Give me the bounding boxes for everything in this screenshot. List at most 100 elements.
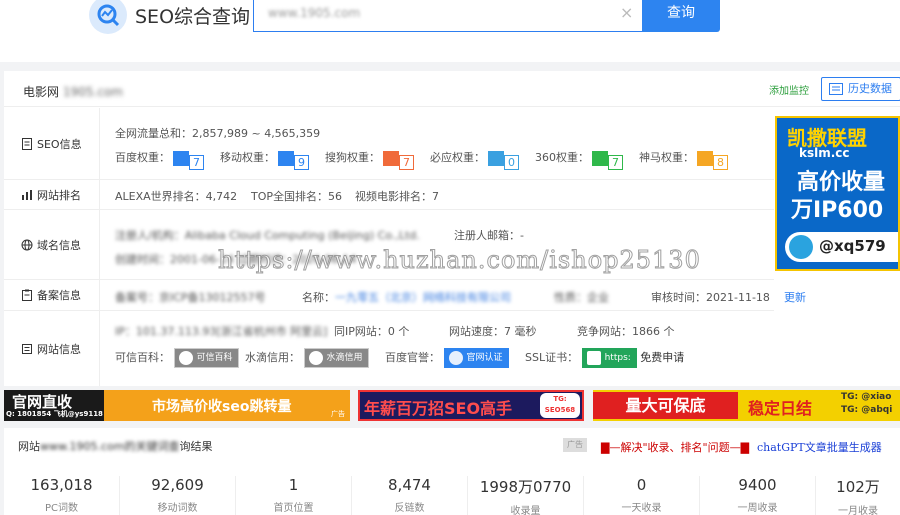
add-monitor-link[interactable]: 添加监控 (769, 82, 809, 97)
site-domain: 1905.com (63, 85, 123, 99)
seo-info-card: 电影网 1905.com 添加监控 历史数据 SEO信息 全网流量总和：2,857… (4, 71, 900, 386)
weight-badge: 8 (697, 150, 728, 170)
history-data-button[interactable]: 历史数据 (821, 77, 900, 101)
video-rank: 视频电影排名：7 (355, 190, 439, 203)
weight-item[interactable]: 搜狗权重： 7 (325, 150, 414, 170)
stat-label: 收录量 (510, 506, 541, 515)
site-label: 电影网 (23, 85, 60, 99)
bar-chart-icon (22, 189, 32, 200)
beian-row: 备案信息 备案号：京ICP备13012557号 名称：一九零五（北京）网络科技有… (4, 280, 806, 311)
history-list-icon (829, 83, 843, 95)
weight-label: 360权重： (535, 151, 589, 164)
ad-banner-1[interactable]: 官网直收 Q: 1801854 飞机@ys9118 市场高价收seo跳转量 广告 (4, 390, 350, 421)
weight-item[interactable]: 360权重： 7 (535, 150, 623, 170)
weight-value: 0 (504, 154, 519, 170)
clear-icon[interactable]: × (620, 3, 633, 22)
beian-name: 名称：一九零五（北京）网络科技有限公司 (302, 291, 511, 304)
site-info-label: 网站信息 (4, 311, 100, 386)
alexa-rank: ALEXA世界排名：4,742 (115, 190, 238, 203)
shuidi: 水滴信用： 水滴信用 (245, 348, 369, 368)
weight-list: 百度权重： 7 移动权重： 9 搜狗权重： 7 必应权重： 0 360权重： 7 神马权重： 8 (115, 149, 728, 170)
weight-value: 7 (189, 154, 204, 170)
stat-item[interactable]: 92,609 移动词数 (120, 476, 236, 515)
site-title: 电影网 1905.com (23, 83, 123, 100)
stat-item[interactable]: 8,474 反链数 (352, 476, 468, 515)
weight-item[interactable]: 百度权重： 7 (115, 150, 204, 170)
kexin: 可信百科： 可信百科 (115, 348, 239, 368)
seo-problem-link[interactable]: ▇—解决"收录、排名"问题—▇ (601, 439, 749, 455)
weight-label: 移动权重： (220, 151, 275, 164)
same-ip-sites[interactable]: 同IP网站：0 个 (334, 323, 409, 339)
weight-value: 8 (713, 154, 728, 170)
stat-item[interactable]: 163,018 PC词数 (4, 476, 120, 515)
chatgpt-link[interactable]: chatGPT文章批量生成器 (757, 439, 882, 455)
weight-badge: 9 (278, 150, 309, 170)
telegram-contact: @xq579 (785, 232, 898, 262)
stat-value: 163,018 (30, 476, 93, 494)
chart-search-logo-icon (89, 0, 127, 34)
top-header: SEO综合查询 www.1905.com × 查询 (0, 0, 900, 62)
update-link[interactable]: 更新 (784, 289, 806, 305)
history-label: 历史数据 (848, 82, 892, 95)
ssl-chip[interactable]: https: (581, 348, 637, 368)
registrant: 注册人/机构：Alibaba Cloud Computing (Beijing)… (115, 229, 420, 242)
search-input[interactable]: www.1905.com × (253, 0, 643, 32)
stat-item[interactable]: 1998万0770 收录量 (468, 476, 584, 515)
ssl-cert: SSL证书： https: 免费申请 (525, 348, 684, 368)
weight-badge: 7 (383, 150, 414, 170)
domain-label: 域名信息 (4, 210, 100, 279)
search-button[interactable]: 查询 (642, 0, 720, 32)
top-rank: TOP全国排名：56 (251, 190, 343, 203)
stat-value: 102万 (836, 478, 880, 496)
engine-icon (592, 150, 608, 166)
ad-tag: 广告 (563, 438, 587, 452)
engine-icon (173, 150, 189, 166)
kexin-chip[interactable]: 可信百科 (173, 348, 239, 368)
stat-item[interactable]: 0 一天收录 (584, 476, 700, 515)
weight-item[interactable]: 必应权重： 0 (430, 150, 519, 170)
competitor-sites[interactable]: 竞争网站：1866 个 (577, 323, 675, 339)
kaisa-ad-banner[interactable]: 凯撒联盟 kslm.cc 高价收量 万IP600 @xq579 (775, 116, 900, 271)
weight-label: 搜狗权重： (325, 151, 380, 164)
site-speed: 网站速度：7 毫秒 (449, 325, 537, 338)
engine-icon (697, 150, 713, 166)
stat-value: 0 (636, 476, 647, 494)
registrant-email: 注册人邮箱：- (454, 229, 524, 242)
card-header: 电影网 1905.com 添加监控 历史数据 (4, 71, 900, 107)
ssl-free-link[interactable]: 免费申请 (640, 351, 684, 364)
weight-item[interactable]: 移动权重： 9 (220, 150, 309, 170)
weight-item[interactable]: 神马权重： 8 (639, 150, 728, 170)
shuidi-chip[interactable]: 水滴信用 (303, 348, 369, 368)
globe-icon (21, 239, 33, 250)
rank-label: 网站排名 (4, 180, 100, 209)
stat-label: 一天收录 (621, 503, 662, 514)
weight-value: 9 (294, 154, 309, 170)
stat-label: 首页位置 (273, 503, 314, 514)
telegram-icon (789, 235, 813, 259)
site-info-row: 网站信息 IP：101.37.113.93[浙江省杭州市 阿里云] 同IP网站：… (4, 311, 774, 386)
stat-value: 92,609 (151, 476, 204, 494)
engine-icon (278, 150, 294, 166)
stat-item[interactable]: 1 首页位置 (236, 476, 352, 515)
engine-icon (383, 150, 399, 166)
stat-value: 1 (288, 476, 299, 494)
stat-item[interactable]: 102万一月收录 (816, 476, 900, 515)
ad-banner-2[interactable]: 年薪百万招SEO高手 TG: SEO568 (358, 390, 584, 421)
stat-label: 一周收录 (737, 503, 778, 514)
beian-label: 备案信息 (4, 280, 100, 310)
weight-badge: 0 (488, 150, 519, 170)
baidu-guanyu: 百度官誉： 官网认证 (385, 348, 509, 368)
watermark-text: https://www.huzhan.com/ishop25130 (218, 246, 701, 275)
stat-item[interactable]: 9400 一周收录 (700, 476, 816, 515)
stat-label: 反链数 (394, 503, 425, 514)
seo-row: SEO信息 全网流量总和：2,857,989 ~ 4,565,359 百度权重：… (4, 108, 774, 180)
stat-label: PC词数 (44, 503, 78, 514)
stat-value: 1998万0770 (479, 478, 572, 496)
baidu-cert-chip[interactable]: 官网认证 (443, 348, 509, 368)
ad-banner-3[interactable]: 量大可保底 稳定日结 TG: @xiao TG: @abqi (593, 390, 900, 421)
beian-number: 备案号：京ICP备13012557号 (115, 291, 266, 304)
document-icon (22, 137, 32, 150)
weight-label: 百度权重： (115, 151, 170, 164)
stat-label: 一月收录 (838, 506, 878, 515)
beian-nature: 性质：企业 (554, 291, 609, 304)
